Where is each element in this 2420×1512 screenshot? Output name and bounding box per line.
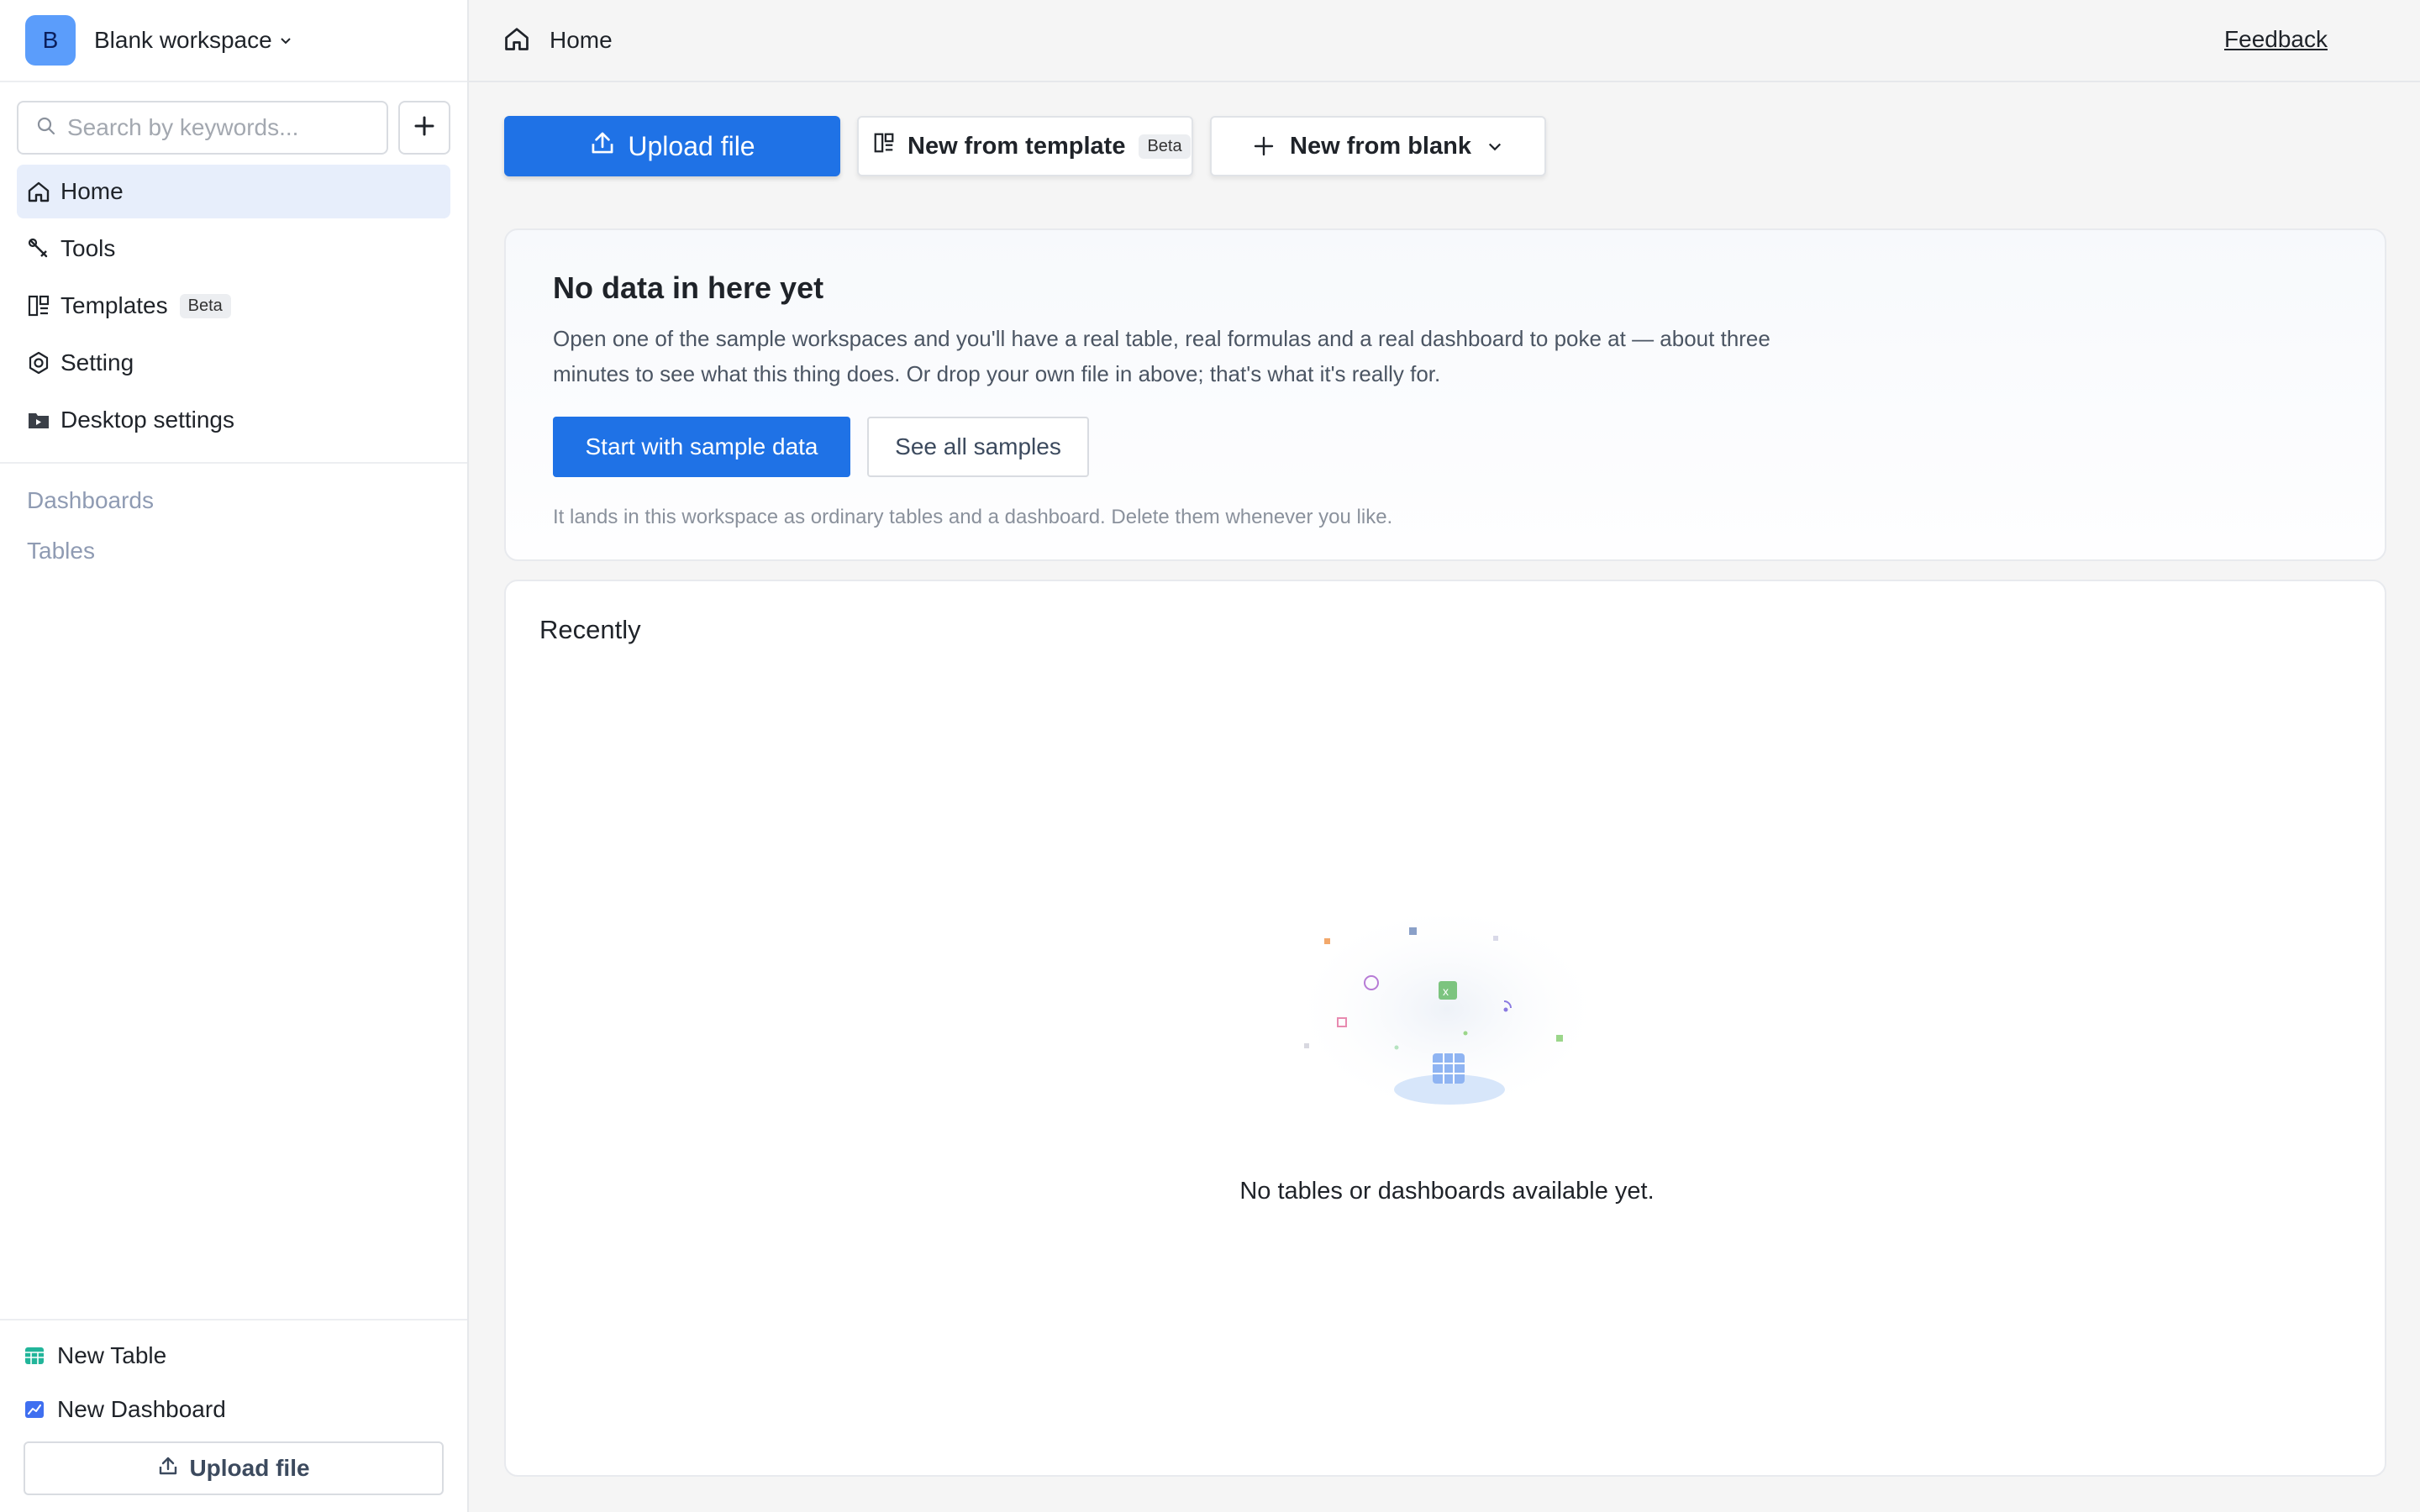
page-title: Home [550,27,613,53]
add-button[interactable] [398,101,450,155]
new-from-template-button[interactable]: New from template Beta [857,116,1193,176]
search-box[interactable] [17,101,389,155]
plus-icon [413,115,435,141]
sidebar-nav: Home Tools Templates Beta Setting Deskto… [0,155,467,447]
sidebar-item-setting[interactable]: Setting [17,336,450,390]
sidebar-item-home[interactable]: Home [17,165,450,218]
sidebar-item-label: Templates [60,292,168,318]
new-table-label: New Table [57,1342,167,1368]
empty-state-title: No data in here yet [553,270,824,305]
chevron-down-icon [1486,138,1503,155]
dashboard-icon [24,1399,45,1420]
beta-badge: Beta [1139,134,1191,159]
new-from-blank-label: New from blank [1290,132,1471,160]
sidebar-item-label: Home [60,178,124,204]
upload-icon [589,129,628,163]
svg-text:x: x [1443,984,1449,998]
home-icon [25,178,52,205]
start-with-sample-data-button[interactable]: Start with sample data [553,417,850,477]
table-icon [24,1345,45,1367]
upload-file-button[interactable]: Upload file [504,116,840,176]
search-icon [35,115,57,141]
sidebar-item-tools[interactable]: Tools [17,222,450,276]
sidebar-upload-label: Upload file [189,1455,310,1481]
recently-title: Recently [539,615,641,644]
action-bar: Upload file New from template Beta New f… [469,82,2420,176]
sidebar: B Blank workspace Search by keywords... … [0,0,469,1512]
empty-state-note: It lands in this workspace as ordinary t… [553,506,1393,528]
feedback-link[interactable]: Feedback [2224,26,2328,53]
gear-icon [25,349,52,376]
topbar: Home Feedback [469,0,2420,82]
section-dashboards[interactable]: Dashboards [0,475,467,526]
sidebar-item-templates[interactable]: Templates Beta [17,279,450,333]
plus-icon [1253,135,1275,157]
section-tables[interactable]: Tables [0,526,467,576]
empty-state-description: Open one of the sample workspaces and yo… [553,326,1770,386]
recently-empty-text: No tables or dashboards available yet. [1239,1178,1655,1205]
new-dashboard-button[interactable]: New Dashboard [24,1383,444,1436]
sidebar-divider [0,462,467,464]
new-from-template-label: New from template [908,132,1126,160]
new-dashboard-label: New Dashboard [57,1396,226,1422]
empty-state-actions: Start with sample data See all samples [553,417,2338,477]
recently-card: Recently x No tables or dashboards avail… [504,580,2386,1477]
sidebar-item-desktop-settings[interactable]: Desktop settings [17,393,450,447]
workspace-avatar: B [25,15,76,66]
workspace-name: Blank workspace [94,27,272,53]
chevron-down-icon [279,34,292,47]
beta-badge: Beta [179,293,231,318]
sidebar-bottom: New Table New Dashboard Upload file [0,1319,467,1512]
templates-icon [872,131,908,161]
sidebar-item-label: Tools [60,235,116,261]
upload-icon [157,1455,189,1483]
home-icon [502,24,531,57]
tools-icon [25,235,52,262]
sidebar-item-label: Desktop settings [60,407,234,433]
see-all-samples-button[interactable]: See all samples [867,417,1089,477]
search-input[interactable] [67,114,378,141]
sidebar-upload-button[interactable]: Upload file [24,1441,444,1495]
main-content: Home Feedback Upload file New from templ… [469,0,2420,1512]
search-row [0,82,467,155]
templates-icon [25,292,52,319]
desktop-settings-icon [25,407,52,433]
upload-file-label: Upload file [628,130,755,161]
new-from-blank-button[interactable]: New from blank [1210,116,1546,176]
workspace-switcher[interactable]: B Blank workspace [0,0,467,82]
app-window: B Blank workspace Search by keywords... … [0,0,2420,1512]
new-table-button[interactable]: New Table [24,1329,444,1383]
sidebar-item-label: Setting [60,349,134,375]
empty-state-card: No data in here yet Open one of the samp… [504,228,2386,561]
empty-illustration: x [1279,892,1615,1127]
